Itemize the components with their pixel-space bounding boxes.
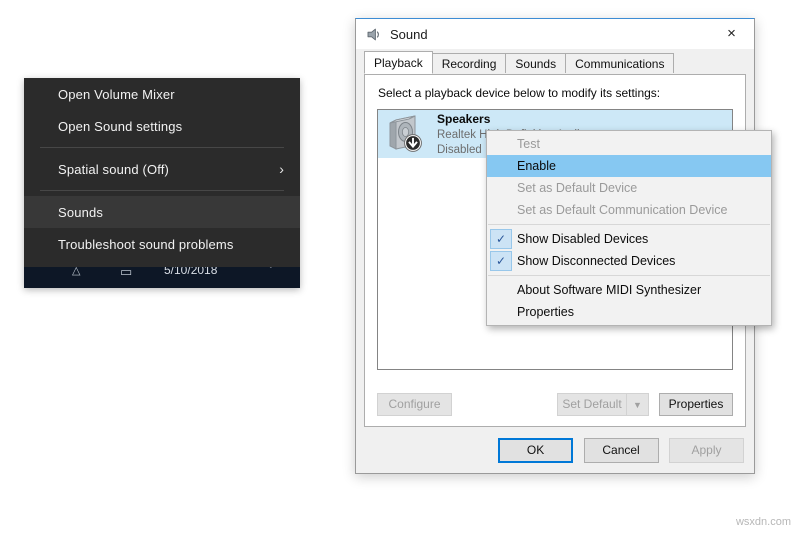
taskbar-overflow-icon[interactable]: △ [72,267,80,277]
speaker-icon [367,28,379,40]
taskbar-battery-icon[interactable]: ▭ [120,267,132,280]
context-menu-item-label: Test [517,137,540,151]
tray-menu-item-label: Open Sound settings [58,118,183,134]
context-menu-item-label: Show Disconnected Devices [517,254,676,268]
context-menu-item-label: Show Disabled Devices [517,232,649,246]
set-default-split-button[interactable]: Set Default ▼ [557,393,649,416]
tray-menu-item-spatial-sound[interactable]: Spatial sound (Off) › [24,153,300,185]
tray-menu-item-open-volume-mixer[interactable]: Open Volume Mixer [24,78,300,110]
checkmark-icon: ✓ [490,251,512,271]
context-menu-item-about-software-midi-synthesizer[interactable]: About Software MIDI Synthesizer [487,279,771,301]
tray-menu-separator [40,190,284,191]
set-default-button[interactable]: Set Default [558,394,626,415]
windows-taskbar: △ ▭ 5/10/2018 ˇ [24,267,300,288]
tray-menu-item-sounds[interactable]: Sounds [24,196,300,228]
tray-menu-item-open-sound-settings[interactable]: Open Sound settings [24,110,300,142]
tray-menu-item-troubleshoot-sound-problems[interactable]: Troubleshoot sound problems [24,228,300,260]
context-menu-item-label: Enable [517,159,556,173]
tab-communications[interactable]: Communications [565,53,675,73]
device-name: Speakers [437,111,491,126]
sound-dialog-tabstrip[interactable]: Playback Recording Sounds Communications [364,51,754,74]
chevron-right-icon: › [279,161,284,177]
context-menu-gutter [487,177,517,199]
sound-dialog-titlebar[interactable]: Sound × [356,19,754,49]
context-menu-item-enable[interactable]: Enable [487,155,771,177]
tray-menu-item-label: Troubleshoot sound problems [58,236,234,252]
tray-menu-item-label: Sounds [58,204,103,220]
taskbar-clock-date[interactable]: 5/10/2018 [164,267,217,277]
checkmark-icon: ✓ [490,229,512,249]
configure-button[interactable]: Configure [377,393,452,416]
context-menu-separator [488,275,770,276]
context-menu-gutter [487,133,517,155]
tray-volume-context-menu[interactable]: Open Volume Mixer Open Sound settings Sp… [24,78,300,288]
context-menu-item-properties[interactable]: Properties [487,301,771,323]
playback-action-buttons: Configure Set Default ▼ Properties [377,393,733,416]
cancel-button[interactable]: Cancel [583,438,659,463]
tab-recording[interactable]: Recording [431,53,507,73]
tray-menu-item-label: Open Volume Mixer [58,86,175,102]
playback-device-context-menu[interactable]: Test Enable Set as Default Device Set as… [486,130,772,326]
ok-button[interactable]: OK [498,438,574,463]
close-icon[interactable]: × [709,19,754,48]
context-menu-item-label: Set as Default Communication Device [517,203,728,217]
context-menu-item-label: About Software MIDI Synthesizer [517,283,702,297]
context-menu-item-set-as-default-communication-device[interactable]: Set as Default Communication Device [487,199,771,221]
context-menu-item-test[interactable]: Test [487,133,771,155]
properties-button[interactable]: Properties [659,393,733,416]
tab-sounds[interactable]: Sounds [505,53,567,73]
sound-dialog-footer: OK Cancel Apply [492,438,744,463]
context-menu-gutter [487,199,517,221]
context-menu-gutter [487,279,517,301]
context-menu-separator [488,224,770,225]
context-menu-item-show-disconnected-devices[interactable]: ✓ Show Disconnected Devices [487,250,771,272]
speaker-disabled-icon [386,112,431,156]
context-menu-gutter [487,155,517,177]
context-menu-item-label: Set as Default Device [517,181,638,195]
apply-button[interactable]: Apply [669,438,744,463]
tray-menu-separator [40,147,284,148]
context-menu-gutter [487,301,517,323]
context-menu-item-show-disabled-devices[interactable]: ✓ Show Disabled Devices [487,228,771,250]
context-menu-item-label: Properties [517,305,574,319]
tray-menu-item-label: Spatial sound (Off) [58,161,170,177]
watermark-text: wsxdn.com [735,516,791,528]
context-menu-item-set-as-default-device[interactable]: Set as Default Device [487,177,771,199]
taskbar-action-center-icon[interactable]: ˇ [269,267,273,277]
chevron-down-icon[interactable]: ▼ [626,394,648,415]
playback-hint-text: Select a playback device below to modify… [378,86,661,100]
tab-playback[interactable]: Playback [364,51,433,74]
sound-dialog-title: Sound [390,26,428,42]
